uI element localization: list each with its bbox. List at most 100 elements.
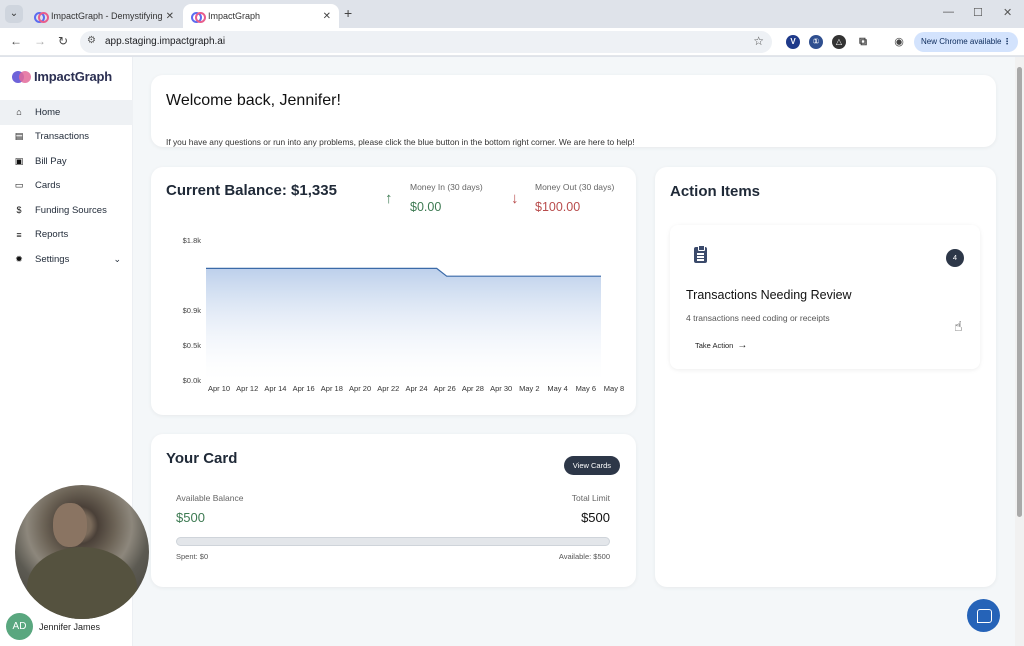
tab-search-button[interactable]: ⌄ xyxy=(5,5,23,23)
user-profile[interactable]: AD Jennifer James xyxy=(6,613,100,640)
welcome-card: Welcome back, Jennifer! If you have any … xyxy=(151,75,996,147)
welcome-title: Welcome back, Jennifer! xyxy=(166,92,341,109)
spent-label: Spent: $0 xyxy=(176,552,209,561)
available-label: Available: $500 xyxy=(558,552,610,561)
user-name: Jennifer James xyxy=(39,621,101,632)
x-tick-label: Apr 30 xyxy=(490,384,512,393)
menu-dots-icon[interactable]: ⋮ xyxy=(1003,32,1011,52)
browser-tab-2[interactable]: ImpactGraph ✕ xyxy=(183,4,339,28)
available-balance-value: $500 xyxy=(176,510,205,525)
x-tick-label: Apr 14 xyxy=(264,384,286,393)
back-icon[interactable]: ← xyxy=(10,34,22,48)
address-bar[interactable]: ⚙ app.staging.impactgraph.ai ☆ xyxy=(80,31,772,53)
bookmark-star-icon[interactable]: ☆ xyxy=(753,34,764,48)
x-tick-label: May 4 xyxy=(547,384,567,393)
sidebar-item-label: Transactions xyxy=(35,131,90,143)
welcome-subtitle: If you have any questions or run into an… xyxy=(166,137,635,147)
sidebar-item-label: Cards xyxy=(35,180,61,192)
current-balance-card: Current Balance: $1,335 ↑ Money In (30 d… xyxy=(151,167,636,415)
impactgraph-favicon-icon xyxy=(34,12,49,23)
reload-icon[interactable]: ↻ xyxy=(58,34,68,48)
site-info-icon[interactable]: ⚙ xyxy=(87,35,96,46)
impactgraph-logo-icon xyxy=(12,70,32,83)
card-icon: ▭ xyxy=(14,180,24,191)
x-tick-label: Apr 24 xyxy=(405,384,427,393)
sidebar-item-label: Funding Sources xyxy=(35,204,107,216)
sidebar-item-bill-pay[interactable]: ▣ Bill Pay xyxy=(0,149,133,174)
x-tick-label: May 6 xyxy=(576,384,596,393)
forward-icon[interactable]: → xyxy=(34,34,46,48)
clipboard-icon xyxy=(694,245,707,263)
browser-toolbar: ← → ↻ ⚙ app.staging.impactgraph.ai ☆ V ①… xyxy=(0,28,1024,56)
sidebar-item-home[interactable]: ⌂ Home xyxy=(0,100,133,125)
extensions-puzzle-icon[interactable]: ⧉ xyxy=(856,35,870,49)
sidebar-item-funding-sources[interactable]: $ Funding Sources xyxy=(0,198,133,223)
support-chat-button[interactable] xyxy=(967,599,1000,632)
sidebar-item-transactions[interactable]: ▤ Transactions xyxy=(0,125,133,150)
webcam-person-head xyxy=(53,503,87,547)
y-tick-label: $0.9k xyxy=(183,306,202,315)
arrow-right-icon: → xyxy=(737,340,748,351)
sidebar: ImpactGraph ⌂ Home ▤ Transactions ▣ Bill… xyxy=(0,57,149,646)
extension-1password-icon[interactable]: ① xyxy=(809,35,823,49)
balance-chart: $1.8k $0.9k $0.5k $0.0k Apr 10 Apr 12 Apr 14 A… xyxy=(183,236,625,393)
your-card-title: Your Card xyxy=(166,450,238,467)
app-page: ImpactGraph ⌂ Home ▤ Transactions ▣ Bill… xyxy=(0,57,1024,646)
money-icon: $ xyxy=(16,205,22,216)
count-badge: 4 xyxy=(946,249,964,267)
home-icon: ⌂ xyxy=(16,107,22,118)
logo[interactable]: ImpactGraph xyxy=(12,69,112,84)
action-item-description: 4 transactions need coding or receipts xyxy=(686,313,830,323)
balance-area xyxy=(206,268,601,380)
sidebar-item-reports[interactable]: ≡ Reports xyxy=(0,223,133,248)
webcam-person-body xyxy=(27,547,137,619)
x-tick-label: May 8 xyxy=(604,384,624,393)
action-item-card[interactable]: 4 Transactions Needing Review 4 transact… xyxy=(670,225,980,369)
chevron-down-icon[interactable]: ⌄ xyxy=(113,254,121,265)
sidebar-item-label: Bill Pay xyxy=(35,155,67,167)
x-tick-label: Apr 26 xyxy=(434,384,456,393)
receipt-icon: ▤ xyxy=(14,131,24,142)
x-tick-label: Apr 12 xyxy=(236,384,258,393)
extension-triangle-icon[interactable]: △ xyxy=(832,35,846,49)
x-tick-label: Apr 16 xyxy=(293,384,315,393)
new-chrome-label: New Chrome available xyxy=(921,37,1002,46)
action-item-title: Transactions Needing Review xyxy=(686,288,852,302)
action-items-card: Action Items 4 Transactions Needing Revi… xyxy=(655,167,996,587)
x-tick-label: Apr 28 xyxy=(462,384,484,393)
y-tick-label: $0.0k xyxy=(183,376,202,385)
scrollbar[interactable] xyxy=(1015,57,1024,646)
x-tick-label: Apr 18 xyxy=(321,384,343,393)
y-tick-label: $0.5k xyxy=(183,341,202,350)
y-tick-label: $1.8k xyxy=(183,236,202,245)
total-limit-value: $500 xyxy=(581,510,610,525)
browser-tabstrip: ⌄ ImpactGraph - Demystifying Fu ✕ Impact… xyxy=(0,0,1024,28)
extension-v-icon[interactable]: V xyxy=(786,35,800,49)
close-icon[interactable]: ✕ xyxy=(323,11,331,22)
tab-title: ImpactGraph xyxy=(208,11,261,21)
webcam-video-overlay xyxy=(15,485,149,619)
maximize-icon[interactable]: ☐ xyxy=(973,6,983,19)
sidebar-item-cards[interactable]: ▭ Cards xyxy=(0,174,133,199)
new-chrome-available-button[interactable]: New Chrome available ⋮ xyxy=(914,32,1018,52)
avatar: AD xyxy=(6,613,33,640)
close-window-icon[interactable]: ✕ xyxy=(1003,6,1012,19)
x-tick-label: May 2 xyxy=(519,384,539,393)
view-cards-button[interactable]: View Cards xyxy=(563,456,620,475)
minimize-icon[interactable]: — xyxy=(943,6,954,18)
logo-text: ImpactGraph xyxy=(34,69,112,84)
sidebar-item-label: Home xyxy=(35,106,61,118)
close-icon[interactable]: ✕ xyxy=(166,11,174,22)
browser-tab-1[interactable]: ImpactGraph - Demystifying Fu ✕ xyxy=(26,4,182,28)
gear-icon: ✹ xyxy=(15,253,23,264)
available-balance-label: Available Balance xyxy=(176,493,244,503)
profile-icon[interactable]: ◉ xyxy=(892,35,906,49)
sidebar-item-settings[interactable]: ✹ Settings ⌄ xyxy=(0,247,133,272)
hand-cursor-icon: ☝ xyxy=(954,318,963,334)
sidebar-item-label: Reports xyxy=(35,229,69,241)
new-tab-icon[interactable]: + xyxy=(344,5,352,21)
x-tick-label: Apr 10 xyxy=(208,384,230,393)
reports-icon: ≡ xyxy=(16,229,22,240)
take-action-button[interactable]: Take Action → xyxy=(695,340,747,351)
take-action-label: Take Action xyxy=(695,341,734,350)
